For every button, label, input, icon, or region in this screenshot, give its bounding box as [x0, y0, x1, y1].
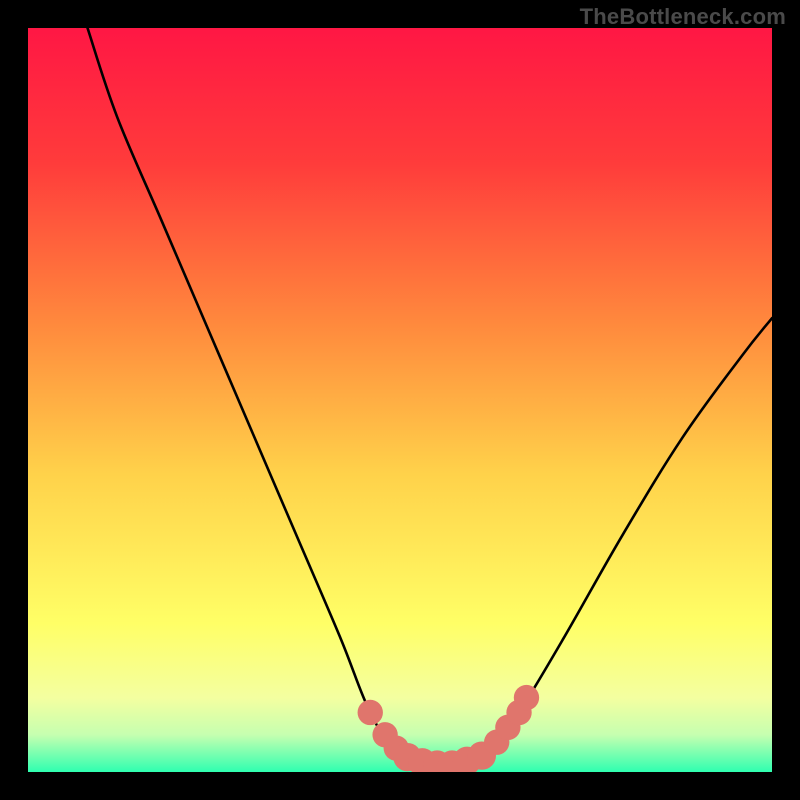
bottleneck-chart [28, 28, 772, 772]
gradient-background [28, 28, 772, 772]
plot-area [28, 28, 772, 772]
watermark-text: TheBottleneck.com [580, 4, 786, 30]
data-marker [514, 685, 539, 710]
chart-frame: TheBottleneck.com [0, 0, 800, 800]
data-marker [358, 700, 383, 725]
